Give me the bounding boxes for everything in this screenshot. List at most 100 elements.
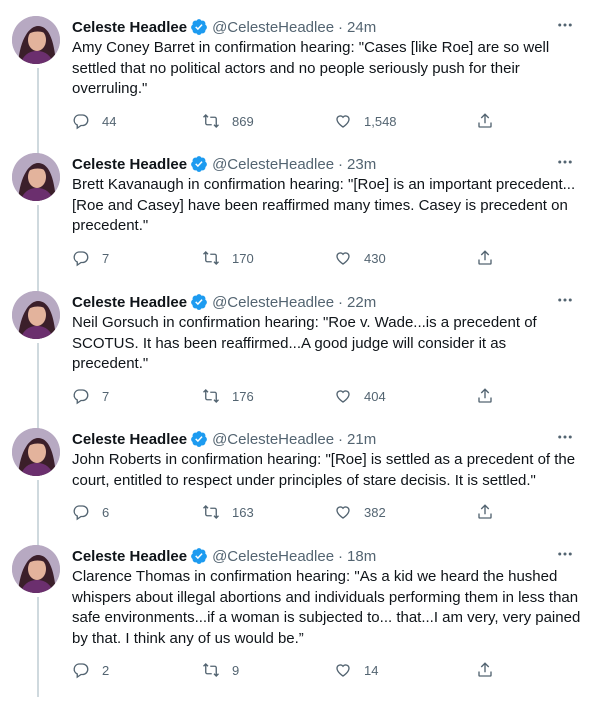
author-name[interactable]: Celeste Headlee (72, 294, 187, 311)
tweet-text: Brett Kavanaugh in confirmation hearing:… (72, 176, 576, 234)
tweet[interactable]: Celeste Headlee @CelesteHeadlee · 18m Cl… (0, 545, 592, 702)
share-icon (478, 250, 492, 265)
reply-icon (73, 663, 89, 679)
share-button[interactable] (476, 658, 494, 682)
tweet-text: Clarence Thomas in confirmation hearing:… (72, 568, 581, 647)
like-button[interactable]: 404 (334, 384, 386, 408)
like-button[interactable]: 14 (334, 658, 378, 682)
author-name[interactable]: Celeste Headlee (72, 19, 187, 36)
heart-icon (336, 115, 350, 128)
reply-count: 7 (102, 250, 110, 266)
retweet-button[interactable]: 176 (202, 384, 254, 408)
avatar-image-icon (12, 545, 60, 593)
verified-badge-icon (190, 293, 208, 311)
retweet-count: 9 (232, 662, 240, 678)
more-options-icon[interactable] (554, 14, 576, 36)
tweet-actions: 7 176 404 (72, 384, 502, 408)
author-avatar[interactable] (12, 428, 60, 476)
more-options-icon[interactable] (554, 426, 576, 448)
avatar-image-icon (12, 153, 60, 201)
tweet-actions: 7 170 430 (72, 246, 502, 270)
tweet-header: Celeste Headlee @CelesteHeadlee · 24m (72, 16, 376, 38)
author-name[interactable]: Celeste Headlee (72, 156, 187, 173)
retweet-count: 170 (232, 250, 254, 266)
retweet-icon (203, 389, 219, 403)
separator-dot: · (338, 547, 344, 565)
reply-icon (73, 505, 89, 521)
author-avatar[interactable] (12, 545, 60, 593)
verified-badge-icon (190, 430, 208, 448)
share-button[interactable] (476, 246, 494, 270)
author-handle[interactable]: @CelesteHeadlee (212, 19, 334, 36)
author-handle[interactable]: @CelesteHeadlee (212, 294, 334, 311)
tweet-timestamp[interactable]: 23m (347, 156, 376, 173)
retweet-icon (203, 505, 219, 519)
retweet-button[interactable]: 9 (202, 658, 239, 682)
tweet-text: Neil Gorsuch in confirmation hearing: "R… (72, 314, 537, 372)
more-options-icon[interactable] (554, 151, 576, 173)
share-icon (478, 113, 492, 128)
verified-badge-icon (190, 155, 208, 173)
heart-icon (336, 664, 350, 677)
reply-button[interactable]: 6 (72, 500, 109, 524)
share-button[interactable] (476, 384, 494, 408)
like-button[interactable]: 382 (334, 500, 386, 524)
retweet-button[interactable]: 869 (202, 109, 254, 133)
separator-dot: · (338, 293, 344, 311)
share-icon (478, 388, 492, 403)
retweet-button[interactable]: 163 (202, 500, 254, 524)
tweet-timestamp[interactable]: 22m (347, 294, 376, 311)
retweet-button[interactable]: 170 (202, 246, 254, 270)
tweet-header: Celeste Headlee @CelesteHeadlee · 21m (72, 428, 376, 450)
reply-button[interactable]: 7 (72, 384, 109, 408)
tweet-text: Amy Coney Barret in confirmation hearing… (72, 39, 550, 97)
thread-connector-line (37, 597, 39, 697)
like-count: 1,548 (364, 113, 397, 129)
tweet[interactable]: Celeste Headlee @CelesteHeadlee · 24m Am… (0, 14, 592, 154)
tweet-header: Celeste Headlee @CelesteHeadlee · 18m (72, 545, 376, 567)
author-name[interactable]: Celeste Headlee (72, 431, 187, 448)
separator-dot: · (338, 430, 344, 448)
share-icon (478, 662, 492, 677)
like-count: 382 (364, 504, 386, 520)
like-button[interactable]: 430 (334, 246, 386, 270)
share-button[interactable] (476, 109, 494, 133)
tweet[interactable]: Celeste Headlee @CelesteHeadlee · 21m Jo… (0, 426, 592, 546)
thread-connector-line (37, 343, 39, 429)
retweet-count: 176 (232, 388, 254, 404)
more-options-icon[interactable] (554, 543, 576, 565)
tweet-timestamp[interactable]: 21m (347, 431, 376, 448)
reply-button[interactable]: 2 (72, 658, 109, 682)
reply-button[interactable]: 44 (72, 109, 116, 133)
separator-dot: · (338, 155, 344, 173)
tweet[interactable]: Celeste Headlee @CelesteHeadlee · 22m Ne… (0, 289, 592, 429)
tweet-header: Celeste Headlee @CelesteHeadlee · 22m (72, 291, 376, 313)
reply-count: 6 (102, 504, 110, 520)
heart-icon (336, 390, 350, 403)
tweet-actions: 6 163 382 (72, 500, 502, 524)
reply-icon (73, 389, 89, 405)
like-count: 430 (364, 250, 386, 266)
tweet-actions: 2 9 14 (72, 658, 502, 682)
thread-connector-line (37, 480, 39, 546)
reply-button[interactable]: 7 (72, 246, 109, 270)
separator-dot: · (338, 18, 344, 36)
tweet[interactable]: Celeste Headlee @CelesteHeadlee · 23m Br… (0, 151, 592, 291)
author-avatar[interactable] (12, 16, 60, 64)
tweet-timestamp[interactable]: 18m (347, 548, 376, 565)
author-handle[interactable]: @CelesteHeadlee (212, 431, 334, 448)
author-avatar[interactable] (12, 291, 60, 339)
like-count: 404 (364, 388, 386, 404)
heart-icon (336, 252, 350, 265)
reply-count: 2 (102, 662, 110, 678)
author-avatar[interactable] (12, 153, 60, 201)
author-handle[interactable]: @CelesteHeadlee (212, 548, 334, 565)
verified-badge-icon (190, 547, 208, 565)
tweet-timestamp[interactable]: 24m (347, 19, 376, 36)
author-handle[interactable]: @CelesteHeadlee (212, 156, 334, 173)
author-name[interactable]: Celeste Headlee (72, 548, 187, 565)
share-icon (478, 504, 492, 519)
more-options-icon[interactable] (554, 289, 576, 311)
share-button[interactable] (476, 500, 494, 524)
like-button[interactable]: 1,548 (334, 109, 397, 133)
